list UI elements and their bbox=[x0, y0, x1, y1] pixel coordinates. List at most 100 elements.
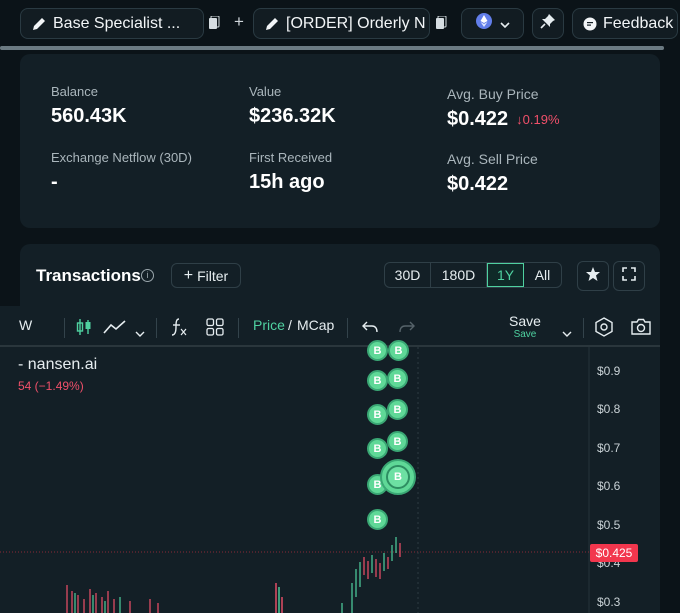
buy-marker-selected[interactable]: B bbox=[380, 459, 416, 495]
pin-button[interactable] bbox=[532, 8, 564, 39]
buy-marker[interactable]: B bbox=[367, 438, 388, 459]
copy-icon[interactable] bbox=[435, 15, 447, 35]
feedback-label: Feedback bbox=[603, 14, 674, 32]
y-tick: $0.3 bbox=[597, 595, 621, 609]
y-tick: $0.6 bbox=[597, 479, 621, 493]
info-icon[interactable]: i bbox=[141, 269, 154, 282]
token-stats-card: Balance 560.43K Value $236.32K Avg. Buy … bbox=[20, 54, 660, 228]
redo-icon[interactable] bbox=[399, 320, 415, 338]
first-received-label: First Received bbox=[249, 150, 333, 165]
exchange-netflow-label: Exchange Netflow (30D) bbox=[51, 150, 192, 165]
buy-marker[interactable]: B bbox=[387, 431, 408, 452]
buy-marker-inner: B bbox=[386, 465, 410, 489]
chevron-down-icon[interactable] bbox=[135, 324, 145, 342]
buy-marker[interactable]: B bbox=[388, 340, 409, 361]
avg-sell-price-label: Avg. Sell Price bbox=[447, 151, 538, 167]
star-icon bbox=[585, 266, 601, 287]
avg-buy-price-stat: Avg. Buy Price $0.422 ↓0.19% bbox=[447, 86, 560, 131]
buy-marker[interactable]: B bbox=[387, 368, 408, 389]
copy-icon[interactable] bbox=[208, 15, 220, 35]
chart-canvas bbox=[0, 347, 590, 613]
toolbar-divider bbox=[583, 318, 584, 338]
chart-watermark: - nansen.ai bbox=[18, 356, 98, 373]
pencil-icon bbox=[264, 16, 280, 32]
chevron-down-icon bbox=[499, 15, 510, 33]
buy-marker[interactable]: B bbox=[367, 340, 388, 361]
favorite-button[interactable] bbox=[577, 261, 609, 291]
candlestick-icon[interactable] bbox=[76, 318, 92, 341]
chevron-down-icon[interactable] bbox=[562, 324, 572, 342]
pencil-icon bbox=[31, 16, 47, 32]
buy-marker[interactable]: B bbox=[387, 399, 408, 420]
avg-sell-price-value: $0.422 bbox=[447, 173, 509, 195]
expand-icon bbox=[622, 266, 636, 286]
buy-marker[interactable]: B bbox=[367, 404, 388, 425]
candles-right bbox=[341, 537, 401, 613]
scrollbar-thumb[interactable] bbox=[0, 46, 664, 50]
avg-sell-price-stat: Avg. Sell Price $0.422 bbox=[447, 151, 538, 196]
avg-buy-price-row: $0.422 ↓0.19% bbox=[447, 108, 560, 131]
candles-left-green bbox=[74, 593, 121, 613]
layout-grid-icon[interactable] bbox=[206, 318, 224, 341]
price-toggle[interactable]: Price bbox=[253, 317, 285, 333]
fullscreen-button[interactable] bbox=[613, 261, 645, 291]
toolbar-divider bbox=[156, 318, 157, 338]
tab-order-orderly[interactable]: [ORDER] Orderly N bbox=[253, 8, 430, 39]
feedback-button[interactable]: Feedback bbox=[572, 8, 678, 39]
current-price-tag: $0.425 bbox=[590, 544, 638, 562]
range-180d[interactable]: 180D bbox=[431, 263, 487, 287]
range-30d[interactable]: 30D bbox=[385, 263, 431, 287]
top-bar: Base Specialist ... + [ORDER] Orderly N … bbox=[0, 0, 680, 50]
save-label: Save bbox=[509, 313, 541, 329]
y-tick: $0.5 bbox=[597, 518, 621, 532]
range-1y[interactable]: 1Y bbox=[487, 263, 524, 287]
tab-base-specialist[interactable]: Base Specialist ... bbox=[20, 8, 204, 39]
exchange-netflow-value: - bbox=[51, 171, 58, 193]
undo-icon[interactable] bbox=[362, 320, 378, 338]
filter-label: Filter bbox=[197, 267, 229, 284]
balance-stat: Balance 560.43K bbox=[51, 84, 127, 128]
pin-icon bbox=[540, 13, 556, 34]
camera-icon[interactable] bbox=[630, 318, 652, 341]
ethereum-icon bbox=[475, 13, 492, 34]
range-all[interactable]: All bbox=[524, 263, 561, 287]
indicators-icon[interactable] bbox=[170, 317, 188, 342]
line-chart-icon[interactable] bbox=[103, 319, 127, 340]
value-label: Value bbox=[249, 84, 282, 99]
time-range-selector: 30D 180D 1Y All bbox=[384, 262, 562, 288]
save-button[interactable]: Save Save bbox=[509, 313, 541, 340]
balance-value: 560.43K bbox=[51, 105, 127, 127]
toolbar-divider bbox=[347, 318, 348, 338]
y-tick: $0.8 bbox=[597, 402, 621, 416]
candles-mid bbox=[275, 583, 283, 613]
chain-selector[interactable] bbox=[461, 8, 524, 39]
buy-marker[interactable]: B bbox=[367, 509, 388, 530]
interval-selector[interactable]: W bbox=[19, 317, 32, 333]
candles-left bbox=[66, 585, 159, 613]
price-chart[interactable]: - nansen.ai 54 (−1.49%) bbox=[0, 347, 660, 613]
tab-label: Base Specialist ... bbox=[53, 14, 181, 32]
avg-buy-price-value: $0.422 bbox=[447, 108, 509, 130]
value-stat: Value $236.32K bbox=[249, 84, 336, 128]
balance-label: Balance bbox=[51, 84, 98, 99]
toolbar-divider bbox=[238, 318, 239, 338]
y-tick: $0.7 bbox=[597, 441, 621, 455]
toolbar-divider bbox=[64, 318, 65, 338]
mcap-toggle[interactable]: MCap bbox=[297, 317, 334, 333]
filter-button[interactable]: + Filter bbox=[171, 263, 241, 288]
exchange-netflow-stat: Exchange Netflow (30D) - bbox=[51, 150, 192, 194]
value-value: $236.32K bbox=[249, 105, 336, 127]
buy-marker[interactable]: B bbox=[367, 370, 388, 391]
price-change-text: 54 (−1.49%) bbox=[18, 379, 84, 393]
horizontal-scrollbar[interactable] bbox=[0, 46, 664, 50]
settings-hexagon-icon[interactable] bbox=[594, 317, 614, 342]
add-tab-button[interactable]: + bbox=[234, 12, 244, 32]
chat-bubble-icon bbox=[583, 17, 597, 31]
tab-label: [ORDER] Orderly N bbox=[286, 14, 426, 32]
avg-buy-price-change: ↓0.19% bbox=[516, 112, 560, 127]
first-received-value: 15h ago bbox=[249, 171, 325, 193]
y-tick: $0.9 bbox=[597, 364, 621, 378]
toggle-slash: / bbox=[288, 317, 292, 333]
avg-buy-price-label: Avg. Buy Price bbox=[447, 86, 539, 102]
chart-toolbar: W Price / MCap Save Save bbox=[0, 306, 660, 346]
